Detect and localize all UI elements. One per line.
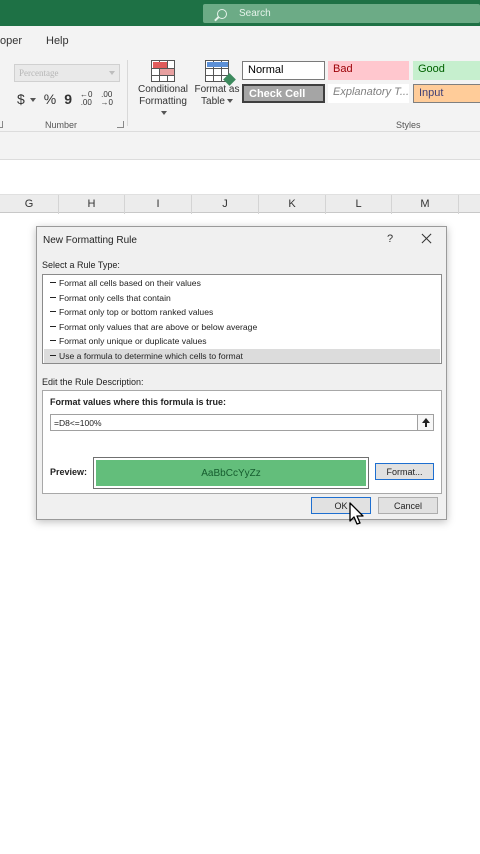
arrow-icon [50, 296, 56, 298]
preview-sample-text: AaBbCcYyZz [96, 460, 366, 486]
preview-label: Preview: [50, 467, 88, 477]
rule-type-item-selected[interactable]: Use a formula to determine which cells t… [44, 348, 440, 363]
new-formatting-rule-dialog: New Formatting Rule ? Select a Rule Type… [36, 226, 447, 520]
format-as-table-icon [205, 60, 236, 86]
increase-decimal-button[interactable]: ←0.00 [80, 91, 92, 107]
conditional-formatting-button[interactable]: Conditional Formatting [136, 60, 190, 120]
rule-type-item[interactable]: Format only values that are above or bel… [44, 320, 440, 334]
rule-type-item[interactable]: Format only cells that contain [44, 291, 440, 305]
dialog-title: New Formatting Rule [43, 235, 137, 246]
column-header-h[interactable]: H [59, 195, 125, 214]
number-dialog-launcher-icon[interactable] [117, 121, 124, 128]
formula-bar-area [0, 132, 480, 160]
chevron-down-icon [161, 111, 167, 116]
number-format-value: Percentage [19, 68, 59, 78]
arrow-icon [50, 354, 56, 356]
format-button[interactable]: Format... [375, 463, 434, 480]
comma-style-button[interactable]: 9 [64, 91, 72, 107]
percent-button[interactable]: % [44, 91, 56, 107]
help-button[interactable]: ? [387, 233, 393, 245]
search-icon [217, 8, 227, 19]
number-format-dropdown[interactable]: Percentage [14, 64, 120, 82]
edit-rule-description-label: Edit the Rule Description: [42, 377, 144, 387]
column-header-g[interactable]: G [0, 195, 59, 214]
format-as-table-button[interactable]: Format as Table [193, 60, 241, 108]
chevron-down-icon [226, 99, 233, 104]
conditional-formatting-icon [151, 60, 175, 82]
mouse-pointer-icon [349, 502, 364, 525]
search-placeholder: Search [239, 8, 271, 19]
arrow-icon [50, 282, 56, 284]
rule-type-item[interactable]: Format only unique or duplicate values [44, 334, 440, 348]
select-rule-type-label: Select a Rule Type: [42, 260, 120, 270]
style-normal[interactable]: Normal [242, 61, 325, 80]
ribbon-separator [127, 60, 128, 126]
rule-description-panel: Format values where this formula is true… [42, 390, 442, 494]
cancel-button[interactable]: Cancel [378, 497, 438, 514]
chevron-down-icon [109, 71, 115, 75]
column-header-m[interactable]: M [392, 195, 459, 214]
menu-help[interactable]: Help [46, 35, 69, 47]
number-group-label: Number [45, 120, 78, 130]
column-header-row: G H I J K L M [0, 194, 480, 214]
style-input[interactable]: Input [413, 84, 480, 103]
menu-bar: oper Help [0, 26, 480, 54]
preview-box: AaBbCcYyZz [93, 457, 369, 489]
arrow-icon [50, 325, 56, 327]
alignment-dialog-launcher-icon[interactable] [0, 121, 3, 128]
formula-label: Format values where this formula is true… [50, 397, 227, 407]
search-box[interactable]: Search [203, 4, 480, 23]
arrow-icon [50, 340, 56, 342]
rule-type-item[interactable]: Format only top or bottom ranked values [44, 305, 440, 319]
style-explanatory[interactable]: Explanatory T... [328, 84, 409, 103]
arrow-icon [50, 311, 56, 313]
style-good[interactable]: Good [413, 61, 480, 80]
close-icon[interactable] [419, 231, 435, 247]
currency-button[interactable]: $ [17, 91, 36, 107]
style-bad[interactable]: Bad [328, 61, 409, 80]
title-bar: Search [0, 0, 480, 26]
styles-group-label: Styles [396, 120, 421, 130]
rule-type-item[interactable]: Format all cells based on their values [44, 276, 440, 290]
column-header-j[interactable]: J [192, 195, 259, 214]
column-header-k[interactable]: K [259, 195, 326, 214]
formula-input[interactable]: =D8<=100% [50, 414, 425, 431]
ribbon: Percentage $ % 9 ←0.00 .00 →0 Number Cond… [0, 54, 480, 132]
collapse-dialog-icon[interactable] [417, 414, 434, 431]
style-check-cell[interactable]: Check Cell [242, 84, 325, 103]
column-header-i[interactable]: I [125, 195, 192, 214]
decrease-decimal-button[interactable]: .00 →0 [101, 91, 113, 107]
number-format-buttons: $ % 9 ←0.00 .00 →0 [17, 90, 113, 108]
column-header-l[interactable]: L [326, 195, 392, 214]
rule-type-list[interactable]: Format all cells based on their values F… [42, 274, 442, 364]
menu-developer[interactable]: oper [0, 35, 22, 47]
